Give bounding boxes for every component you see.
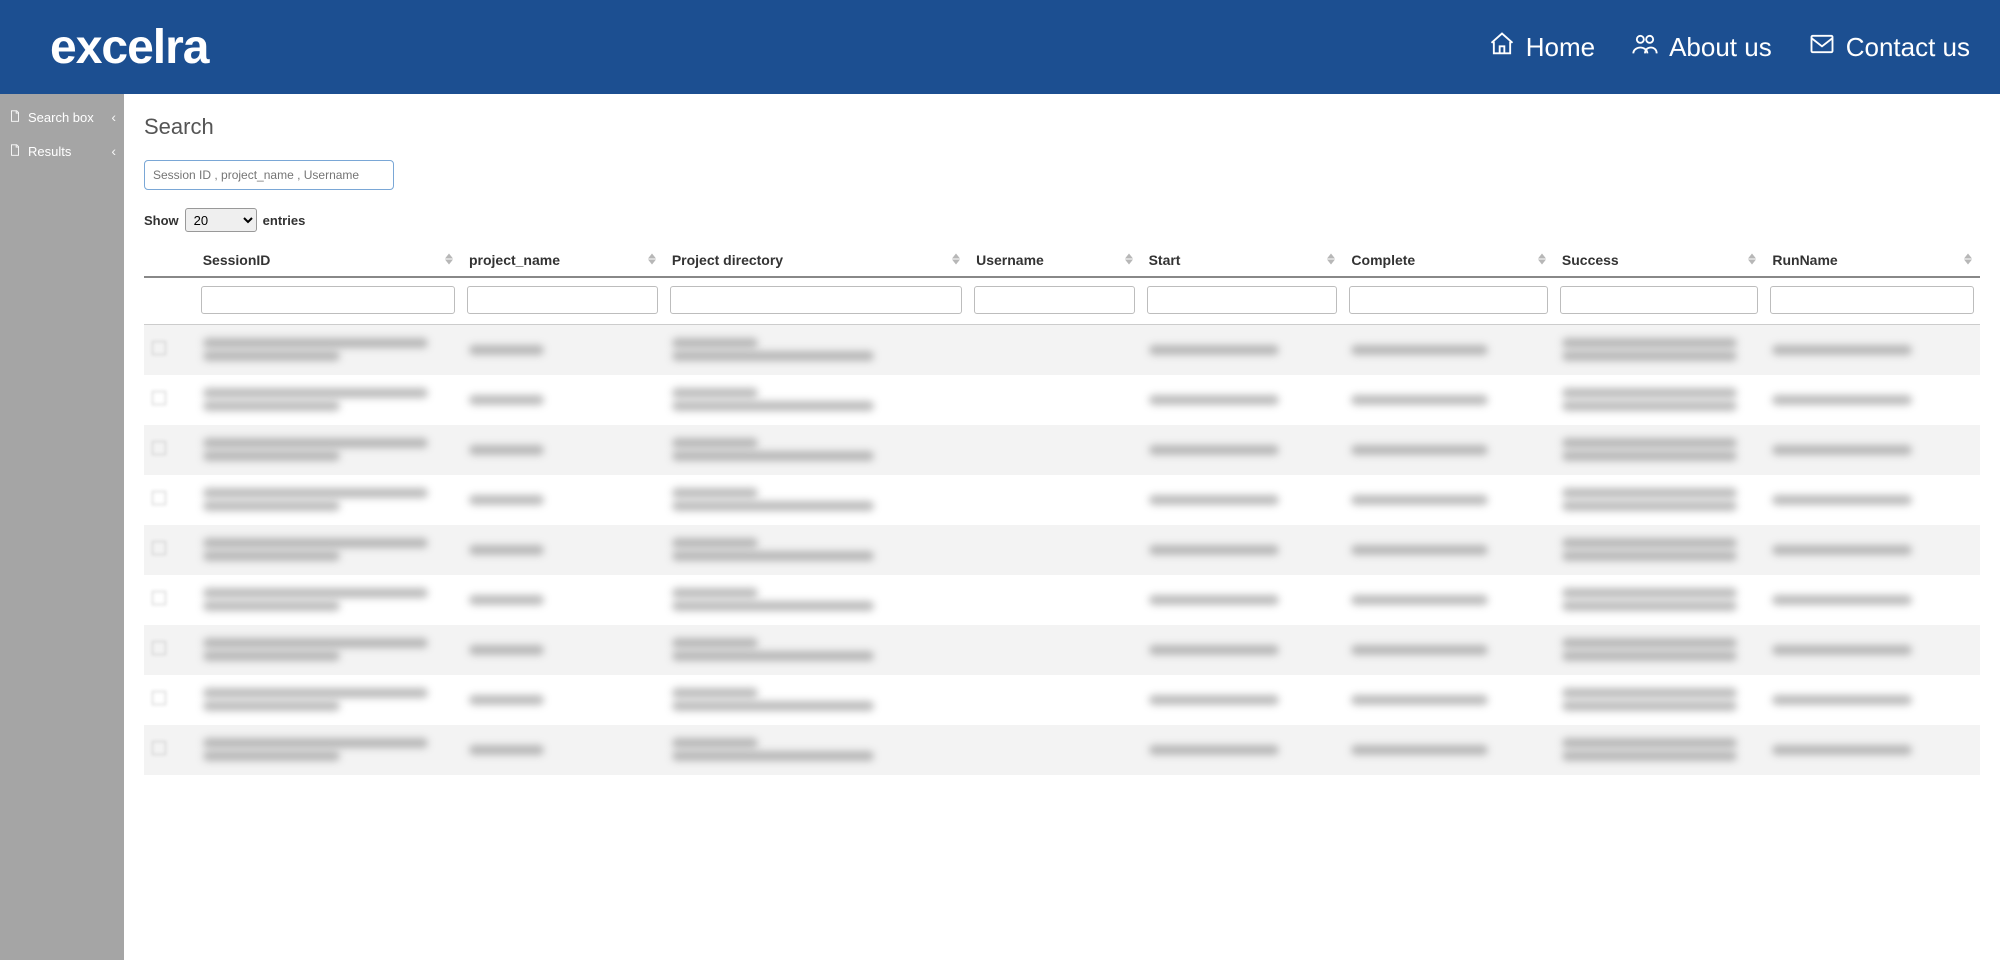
col-label: project_name xyxy=(469,252,560,268)
nav-label: About us xyxy=(1669,32,1772,63)
nav-about[interactable]: About us xyxy=(1631,30,1772,65)
table-row[interactable] xyxy=(144,575,1980,625)
filter-project-directory[interactable] xyxy=(670,286,962,314)
filter-project-name[interactable] xyxy=(467,286,658,314)
nav-label: Contact us xyxy=(1846,32,1970,63)
col-project-directory[interactable]: Project directory xyxy=(664,242,968,277)
col-label: RunName xyxy=(1772,252,1837,268)
col-label: Project directory xyxy=(672,252,783,268)
sort-icon xyxy=(445,254,453,265)
sort-icon xyxy=(1964,254,1972,265)
brand-logo: excelra xyxy=(50,20,209,75)
mail-icon xyxy=(1808,30,1836,65)
users-icon xyxy=(1631,30,1659,65)
table-row[interactable] xyxy=(144,325,1980,375)
nav-label: Home xyxy=(1526,32,1595,63)
expand-row-icon[interactable] xyxy=(152,591,166,605)
table-row[interactable] xyxy=(144,625,1980,675)
sidebar-label: Results xyxy=(28,144,71,159)
filter-start[interactable] xyxy=(1147,286,1338,314)
col-label: SessionID xyxy=(203,252,271,268)
col-label: Complete xyxy=(1351,252,1415,268)
col-label: Start xyxy=(1149,252,1181,268)
show-entries-select[interactable]: 20 xyxy=(185,208,257,232)
filter-username[interactable] xyxy=(974,286,1134,314)
sidebar-item-search-box[interactable]: Search box ‹ xyxy=(0,100,124,134)
table-row[interactable] xyxy=(144,525,1980,575)
entries-control: Show 20 entries xyxy=(144,208,1980,232)
chevron-left-icon: ‹ xyxy=(111,143,116,159)
document-icon xyxy=(8,143,22,160)
table-filter-row xyxy=(144,277,1980,325)
expand-row-icon[interactable] xyxy=(152,641,166,655)
expand-row-icon[interactable] xyxy=(152,741,166,755)
expand-row-icon[interactable] xyxy=(152,541,166,555)
col-runname[interactable]: RunName xyxy=(1764,242,1980,277)
show-suffix: entries xyxy=(263,213,306,228)
sidebar-item-results[interactable]: Results ‹ xyxy=(0,134,124,168)
col-sessionid[interactable]: SessionID xyxy=(195,242,461,277)
col-complete[interactable]: Complete xyxy=(1343,242,1553,277)
col-project-name[interactable]: project_name xyxy=(461,242,664,277)
filter-runname[interactable] xyxy=(1770,286,1974,314)
sort-icon xyxy=(1327,254,1335,265)
page-title: Search xyxy=(144,114,1980,140)
table-row[interactable] xyxy=(144,725,1980,775)
table-row[interactable] xyxy=(144,425,1980,475)
app-header: excelra Home About us Contact us xyxy=(0,0,2000,94)
sort-icon xyxy=(1538,254,1546,265)
col-username[interactable]: Username xyxy=(968,242,1140,277)
filter-complete[interactable] xyxy=(1349,286,1547,314)
filter-sessionid[interactable] xyxy=(201,286,455,314)
expand-row-icon[interactable] xyxy=(152,341,166,355)
expand-row-icon[interactable] xyxy=(152,691,166,705)
sidebar-label: Search box xyxy=(28,110,94,125)
col-label: Username xyxy=(976,252,1044,268)
expand-row-icon[interactable] xyxy=(152,441,166,455)
filter-success[interactable] xyxy=(1560,286,1758,314)
table-row[interactable] xyxy=(144,675,1980,725)
expand-row-icon[interactable] xyxy=(152,491,166,505)
sidebar: Search box ‹ Results ‹ xyxy=(0,94,124,960)
chevron-left-icon: ‹ xyxy=(111,109,116,125)
main-content: Search Show 20 entries SessionID xyxy=(124,94,2000,960)
sort-icon xyxy=(952,254,960,265)
sort-icon xyxy=(648,254,656,265)
sort-icon xyxy=(1125,254,1133,265)
table-header-row: SessionID project_name Project directory xyxy=(144,242,1980,277)
sort-icon xyxy=(1748,254,1756,265)
col-start[interactable]: Start xyxy=(1141,242,1344,277)
search-input[interactable] xyxy=(144,160,394,190)
nav-home[interactable]: Home xyxy=(1488,30,1595,65)
table-row[interactable] xyxy=(144,475,1980,525)
results-table: SessionID project_name Project directory xyxy=(144,242,1980,775)
document-icon xyxy=(8,109,22,126)
expand-row-icon[interactable] xyxy=(152,391,166,405)
col-label: Success xyxy=(1562,252,1619,268)
col-success[interactable]: Success xyxy=(1554,242,1764,277)
home-icon xyxy=(1488,30,1516,65)
top-nav: Home About us Contact us xyxy=(1488,30,1970,65)
show-prefix: Show xyxy=(144,213,179,228)
nav-contact[interactable]: Contact us xyxy=(1808,30,1970,65)
col-expand xyxy=(144,242,195,277)
table-row[interactable] xyxy=(144,375,1980,425)
